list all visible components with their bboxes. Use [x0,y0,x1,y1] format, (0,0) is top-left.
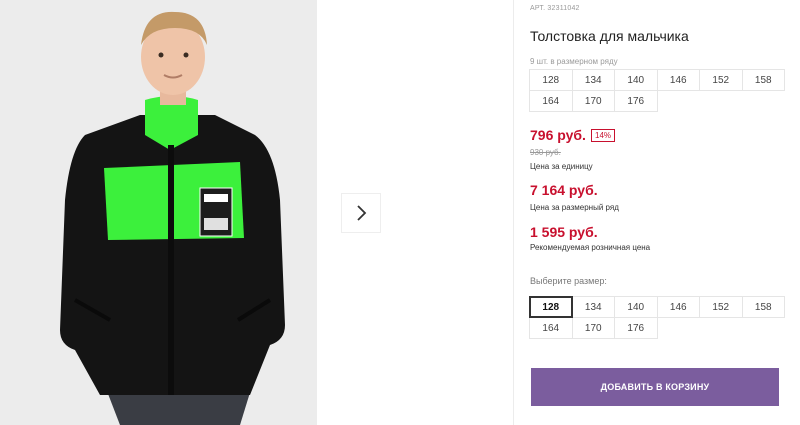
size-row-cell: 170 [571,90,615,112]
size-row-cell: 128 [529,69,573,91]
size-option[interactable]: 146 [656,296,700,318]
size-row-grid: 128 134 140 146 152 158 164 170 176 [529,69,785,112]
retail-price-label: Рекомендуемая розничная цена [530,243,651,252]
product-photo [0,0,317,425]
size-row-cell: 140 [614,69,658,91]
size-row-price-label: Цена за размерный ряд [530,203,619,212]
discount-badge: 14% [591,129,616,142]
column-divider [513,0,514,425]
size-row-cell: 176 [614,90,658,112]
size-row-note: 9 шт. в размерном ряду [530,57,618,66]
size-option[interactable]: 140 [614,296,658,318]
boy-in-jacket-illustration [0,0,317,425]
unit-price: 796 руб. [530,127,586,143]
product-title: Толстовка для мальчика [530,28,689,44]
unit-price-label: Цена за единицу [530,162,593,171]
chevron-right-icon [357,205,367,221]
size-option[interactable]: 134 [571,296,615,318]
size-row-cell: 164 [529,90,573,112]
size-option[interactable]: 164 [529,317,573,339]
size-row-price: 7 164 руб. [530,182,598,198]
size-row-cell: 146 [656,69,700,91]
size-selector: 128 134 140 146 152 158 164 170 176 [529,296,785,339]
add-to-cart-button[interactable]: ДОБАВИТЬ В КОРЗИНУ [531,368,779,406]
old-price: 930 руб. [530,148,561,157]
size-row-cell: 152 [699,69,743,91]
retail-price: 1 595 руб. [530,224,598,240]
article-number: АРТ. 32311042 [530,5,580,12]
choose-size-label: Выберите размер: [530,276,607,286]
next-image-button[interactable] [341,193,381,233]
size-option[interactable]: 176 [614,317,658,339]
size-option-selected[interactable]: 128 [529,296,573,318]
size-option[interactable]: 170 [571,317,615,339]
size-option[interactable]: 152 [699,296,743,318]
size-row-cell: 158 [741,69,785,91]
size-option[interactable]: 158 [741,296,785,318]
size-row-cell: 134 [571,69,615,91]
